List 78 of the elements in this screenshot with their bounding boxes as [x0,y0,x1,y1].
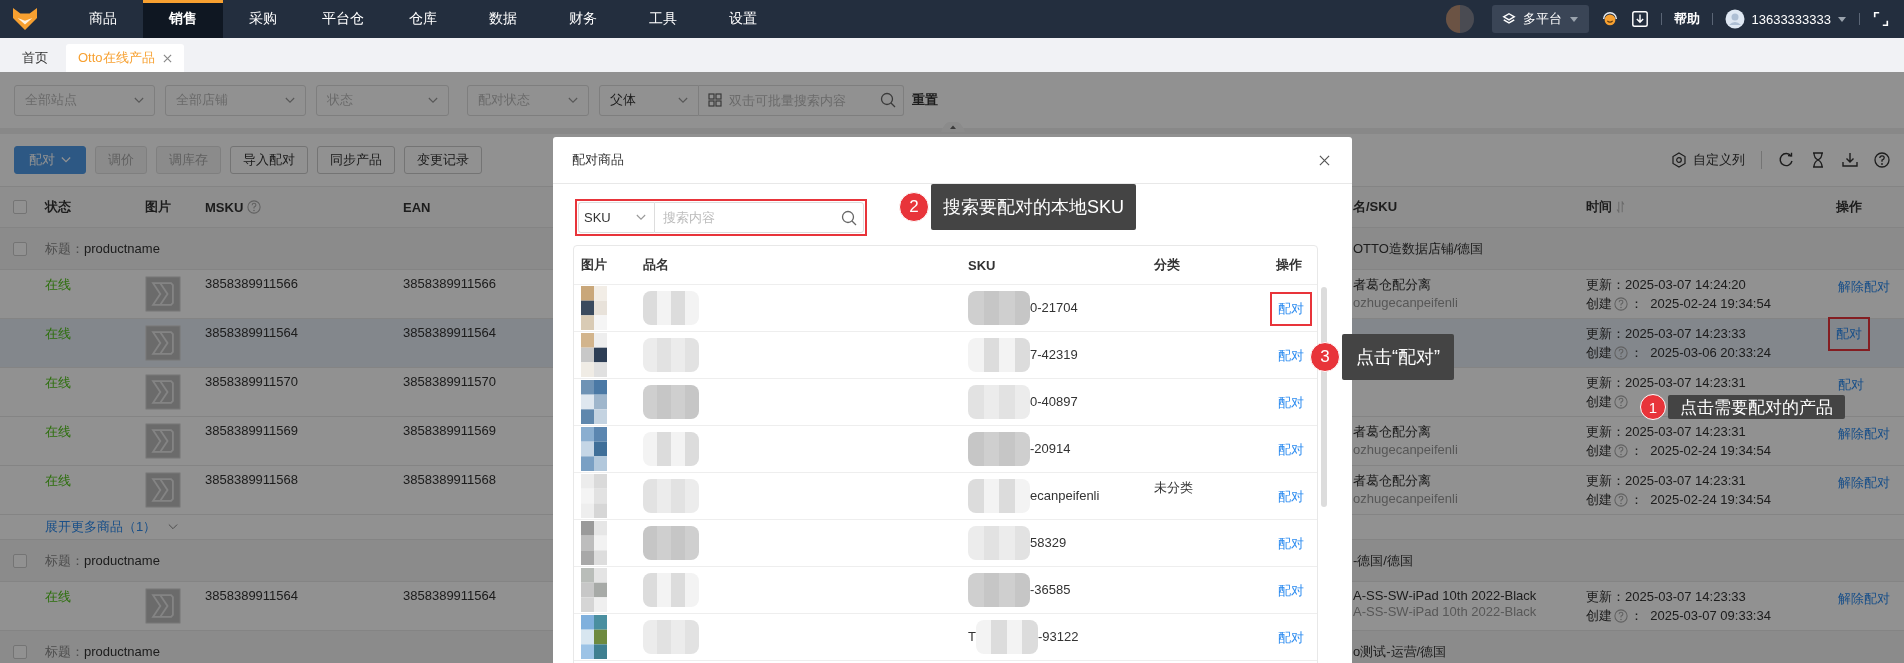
column-header: 名/SKU [1353,198,1398,216]
table-cell: 3858389911564 [403,325,497,340]
created-time: ： 2025-02-24 19:34:54 [1630,442,1771,460]
column-header: 状态 [45,198,71,216]
sku-text: -36585 [1030,581,1071,597]
update-time: 更新：2025-03-07 14:23:31 [1586,374,1746,392]
created-label: 创建 [1586,295,1612,313]
status-text: 在线 [45,423,71,441]
created-time: ： 2025-02-24 19:34:54 [1630,295,1771,313]
update-time: 更新：2025-03-07 14:23:33 [1586,325,1746,343]
product-title: productname [84,241,160,256]
table-cell: 3858389911570 [205,374,299,389]
shop-name: OTTO造数据店铺/德国 [1353,239,1484,258]
product-sku: ozhugecanpeifenli [1353,295,1458,310]
title-label: 标题： [45,551,84,570]
product-name: 者葛仓配分离 [1353,423,1431,441]
status-text: 在线 [45,472,71,490]
product-name: A-SS-SW-iPad 10th 2022-Black [1353,588,1537,603]
table-cell: 3858389911568 [205,472,299,487]
update-time: 更新：2025-03-07 14:23:33 [1586,588,1746,606]
sku-text: 0-40897 [1030,393,1078,409]
created-time: ： 2025-02-24 19:34:54 [1630,491,1771,509]
column-header: 图片 [580,256,608,274]
column-header: MSKU [205,199,244,215]
table-cell: 3858389911569 [403,423,497,438]
update-time: 更新：2025-03-07 14:24:20 [1586,276,1746,294]
shop-name: o测试-运营/德国 [1353,642,1447,661]
column-header: 品名 [643,256,670,274]
created-label: 创建 [1586,491,1612,509]
update-time: 更新：2025-03-07 14:23:31 [1586,472,1746,490]
table-cell: 3858389911564 [205,325,299,340]
created-label: 创建 [1586,393,1612,411]
title-label: 标题： [45,642,84,661]
table-cell: 3858389911570 [403,374,497,389]
product-sku: A-SS-SW-iPad 10th 2022-Black [1353,604,1537,619]
sku-text: -20914 [1030,440,1071,456]
category-text: 未分类 [1154,479,1193,497]
table-cell: 3858389911564 [403,588,497,603]
column-header: 操作 [1836,198,1862,216]
status-text: 在线 [45,588,71,606]
created-label: 创建 [1586,607,1612,625]
sku-text: 58329 [1030,534,1067,550]
column-header: 分类 [1154,256,1181,274]
column-header: 操作 [1276,256,1303,274]
sku-text: 0-21704 [1030,299,1078,315]
product-title: productname [84,553,160,568]
created-label: 创建 [1586,442,1612,460]
update-time: 更新：2025-03-07 14:23:31 [1586,423,1746,441]
sku-text: T [968,628,976,644]
table-cell: 3858389911566 [403,276,497,291]
product-name: 者葛仓配分离 [1353,472,1431,490]
table-cell: 3858389911569 [205,423,299,438]
sku-text: ecanpeifenli [1030,487,1100,503]
table-cell: 3858389911566 [205,276,299,291]
sku-text: -93122 [1037,628,1079,644]
status-text: 在线 [45,325,71,343]
table-cell: 3858389911568 [403,472,497,487]
product-sku: ozhugecanpeifenli [1353,491,1458,506]
created-label: 创建 [1586,344,1612,362]
column-header: EAN [403,199,431,215]
created-time: ： 2025-03-07 09:33:34 [1630,607,1771,625]
column-header: SKU [968,257,997,273]
callout-tooltip: 点击需要配对的产品 [1668,395,1845,419]
product-name: 者葛仓配分离 [1353,276,1431,294]
shop-name: -德国/德国 [1353,551,1413,570]
status-text: 在线 [45,374,71,392]
dialog-title: 配对商品 [572,151,624,169]
table-cell: 3858389911564 [205,588,299,603]
status-text: 在线 [45,276,71,294]
callout-tooltip: 搜索要配对的本地SKU [931,184,1136,230]
product-title: productname [84,644,160,659]
sku-text: 7-42319 [1030,346,1078,362]
column-header: 图片 [145,198,171,216]
title-label: 标题： [45,239,84,258]
callout-tooltip: 点击“配对” [1342,334,1454,380]
column-header: 时间 [1586,198,1612,216]
product-sku: ozhugecanpeifenli [1353,442,1458,457]
created-time: ： 2025-03-06 20:33:24 [1630,344,1771,362]
